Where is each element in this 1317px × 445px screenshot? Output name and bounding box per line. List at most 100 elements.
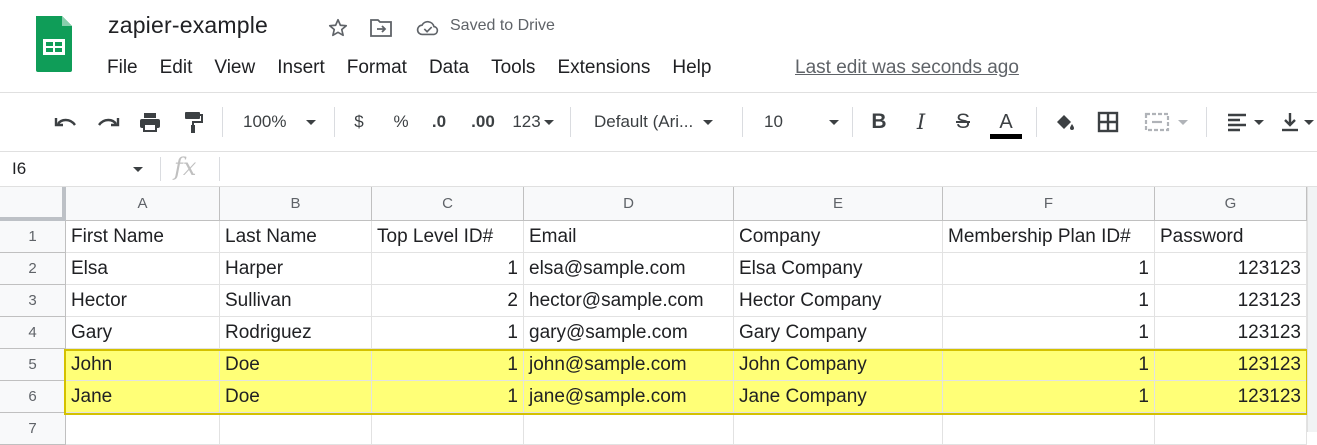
text-color-button[interactable]: A: [988, 93, 1024, 151]
cell-D4[interactable]: gary@sample.com: [524, 317, 734, 349]
cell-A6[interactable]: Jane: [66, 381, 220, 413]
select-all-corner[interactable]: [0, 187, 66, 221]
cell-B4[interactable]: Rodriguez: [220, 317, 372, 349]
cell-E1[interactable]: Company: [734, 221, 943, 253]
column-header-a[interactable]: A: [66, 187, 220, 221]
cell-B2[interactable]: Harper: [220, 253, 372, 285]
cell-C6[interactable]: 1: [372, 381, 524, 413]
row-header-5[interactable]: 5: [0, 349, 66, 381]
paint-format-icon[interactable]: [177, 93, 209, 151]
cell-E5[interactable]: John Company: [734, 349, 943, 381]
currency-button[interactable]: $: [346, 93, 372, 151]
cell-G3[interactable]: 123123: [1155, 285, 1307, 317]
row-header-6[interactable]: 6: [0, 381, 66, 413]
cell-A1[interactable]: First Name: [66, 221, 220, 253]
row-header-1[interactable]: 1: [0, 221, 66, 253]
font-size-select[interactable]: 10: [758, 93, 844, 151]
cell-G6[interactable]: 123123: [1155, 381, 1307, 413]
undo-icon[interactable]: [50, 93, 82, 151]
column-header-g[interactable]: G: [1155, 187, 1307, 221]
cell-A7[interactable]: [66, 413, 220, 445]
column-header-c[interactable]: C: [372, 187, 524, 221]
cell-B5[interactable]: Doe: [220, 349, 372, 381]
column-header-e[interactable]: E: [734, 187, 943, 221]
zoom-select[interactable]: 100%: [238, 93, 328, 151]
cell-D3[interactable]: hector@sample.com: [524, 285, 734, 317]
menu-data[interactable]: Data: [429, 56, 469, 80]
menu-tools[interactable]: Tools: [491, 56, 535, 80]
cell-B3[interactable]: Sullivan: [220, 285, 372, 317]
column-header-b[interactable]: B: [220, 187, 372, 221]
menu-help[interactable]: Help: [672, 56, 711, 80]
cell-E7[interactable]: [734, 413, 943, 445]
more-formats-button[interactable]: 123: [508, 93, 558, 151]
menu-file[interactable]: File: [107, 56, 138, 80]
cell-B7[interactable]: [220, 413, 372, 445]
star-icon[interactable]: [326, 16, 350, 40]
row-header-7[interactable]: 7: [0, 413, 66, 445]
print-icon[interactable]: [134, 93, 166, 151]
cell-C5[interactable]: 1: [372, 349, 524, 381]
cell-C1[interactable]: Top Level ID#: [372, 221, 524, 253]
cell-E4[interactable]: Gary Company: [734, 317, 943, 349]
menu-insert[interactable]: Insert: [277, 56, 325, 80]
column-header-d[interactable]: D: [524, 187, 734, 221]
cloud-saved-icon[interactable]: [416, 16, 440, 40]
cell-C3[interactable]: 2: [372, 285, 524, 317]
menu-format[interactable]: Format: [347, 56, 407, 80]
menu-view[interactable]: View: [214, 56, 255, 80]
cell-F7[interactable]: [943, 413, 1155, 445]
cell-G7[interactable]: [1155, 413, 1307, 445]
cell-F2[interactable]: 1: [943, 253, 1155, 285]
menu-extensions[interactable]: Extensions: [557, 56, 650, 80]
cell-A4[interactable]: Gary: [66, 317, 220, 349]
cell-F5[interactable]: 1: [943, 349, 1155, 381]
cell-F1[interactable]: Membership Plan ID#: [943, 221, 1155, 253]
cell-B6[interactable]: Doe: [220, 381, 372, 413]
cell-G2[interactable]: 123123: [1155, 253, 1307, 285]
row-header-3[interactable]: 3: [0, 285, 66, 317]
percent-button[interactable]: %: [388, 93, 414, 151]
document-title[interactable]: zapier-example: [108, 12, 268, 39]
menu-edit[interactable]: Edit: [160, 56, 193, 80]
increase-decimal-button[interactable]: .00: [466, 93, 500, 151]
cell-B1[interactable]: Last Name: [220, 221, 372, 253]
decrease-decimal-button[interactable]: .0: [424, 93, 454, 151]
row-header-4[interactable]: 4: [0, 317, 66, 349]
cell-D2[interactable]: elsa@sample.com: [524, 253, 734, 285]
cell-G5[interactable]: 123123: [1155, 349, 1307, 381]
cell-D7[interactable]: [524, 413, 734, 445]
font-select[interactable]: Default (Ari...: [588, 93, 734, 151]
fill-color-icon[interactable]: [1050, 93, 1080, 151]
last-edit-link[interactable]: Last edit was seconds ago: [795, 56, 1019, 80]
cell-D6[interactable]: jane@sample.com: [524, 381, 734, 413]
strikethrough-button[interactable]: S: [950, 93, 976, 151]
move-folder-icon[interactable]: [369, 16, 393, 40]
redo-icon[interactable]: [92, 93, 124, 151]
vertical-scrollbar[interactable]: [1307, 187, 1317, 432]
cell-A2[interactable]: Elsa: [66, 253, 220, 285]
horizontal-align-icon[interactable]: [1220, 93, 1270, 151]
row-header-2[interactable]: 2: [0, 253, 66, 285]
cell-C2[interactable]: 1: [372, 253, 524, 285]
chevron-down-icon[interactable]: [133, 167, 143, 172]
borders-icon[interactable]: [1093, 93, 1123, 151]
cell-E6[interactable]: Jane Company: [734, 381, 943, 413]
cell-C7[interactable]: [372, 413, 524, 445]
cell-G1[interactable]: Password: [1155, 221, 1307, 253]
cell-F6[interactable]: 1: [943, 381, 1155, 413]
cell-E3[interactable]: Hector Company: [734, 285, 943, 317]
cell-D5[interactable]: john@sample.com: [524, 349, 734, 381]
italic-button[interactable]: I: [908, 93, 934, 151]
cell-C4[interactable]: 1: [372, 317, 524, 349]
name-box[interactable]: I6: [12, 159, 26, 179]
cell-D1[interactable]: Email: [524, 221, 734, 253]
cell-F4[interactable]: 1: [943, 317, 1155, 349]
column-header-f[interactable]: F: [943, 187, 1155, 221]
sheets-logo-icon[interactable]: [34, 14, 74, 72]
bold-button[interactable]: B: [866, 93, 892, 151]
cell-G4[interactable]: 123123: [1155, 317, 1307, 349]
merge-cells-icon[interactable]: [1138, 93, 1194, 151]
cell-E2[interactable]: Elsa Company: [734, 253, 943, 285]
cell-F3[interactable]: 1: [943, 285, 1155, 317]
